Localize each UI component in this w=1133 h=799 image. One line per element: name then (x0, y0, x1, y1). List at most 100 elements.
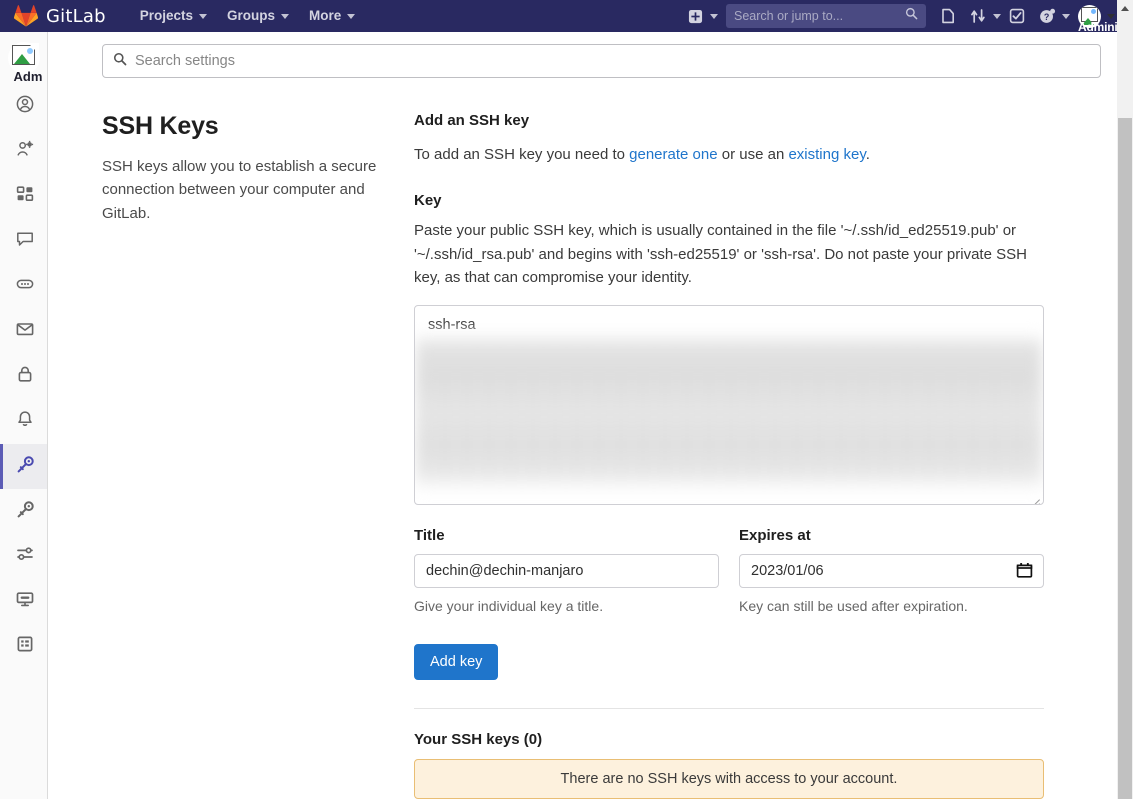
no-ssh-keys-alert: There are no SSH keys with access to you… (414, 759, 1044, 799)
lock-icon (16, 365, 34, 388)
settings-search-placeholder: Search settings (135, 53, 235, 69)
envelope-icon (16, 320, 34, 343)
expires-date-input[interactable] (739, 554, 1044, 588)
page-scrollbar[interactable] (1117, 0, 1133, 799)
settings-columns: SSH Keys SSH keys allow you to establish… (48, 78, 1117, 799)
token-pill-icon (16, 275, 34, 298)
settings-sidebar: Adm (0, 32, 48, 799)
title-field-group: Title Give your individual key a title. (414, 527, 719, 614)
title-field-label: Title (414, 527, 445, 544)
add-ssh-key-heading: Add an SSH key (414, 112, 530, 129)
navbar-right-group: Search or jump to... ? Administra (681, 0, 1133, 34)
intro-text-middle: or use an (717, 146, 789, 163)
sidebar-item-gpg-keys[interactable] (0, 489, 47, 534)
expires-field-label: Expires at (739, 527, 811, 544)
sidebar-item-password[interactable] (0, 354, 47, 399)
chevron-down-icon (993, 13, 1001, 19)
nav-item-projects-label: Projects (139, 8, 193, 23)
sidebar-item-emails[interactable] (0, 309, 47, 354)
sidebar-item-chat[interactable] (0, 219, 47, 264)
generate-one-link[interactable]: generate one (629, 146, 717, 163)
chevron-down-icon (198, 13, 207, 19)
create-new-dropdown[interactable] (681, 2, 718, 30)
ssh-key-form-column: Add an SSH key To add an SSH key you nee… (414, 112, 1044, 799)
user-menu-dropdown[interactable]: Administra (1078, 4, 1133, 34)
gitlab-logo-icon[interactable] (13, 4, 39, 28)
your-ssh-keys-heading: Your SSH keys (0) (414, 731, 543, 748)
sidebar-item-applications[interactable] (0, 174, 47, 219)
help-question-icon: ? (1033, 2, 1061, 30)
search-icon (905, 7, 918, 25)
add-ssh-key-intro: To add an SSH key you need to generate o… (414, 143, 1044, 166)
ssh-key-redacted-overlay (416, 332, 1042, 492)
applications-grid-icon (16, 185, 34, 208)
merge-requests-dropdown[interactable] (964, 2, 1001, 30)
key-field-help: Paste your public SSH key, which is usua… (414, 222, 1027, 286)
top-navbar: GitLab Projects Groups More Search or ju… (0, 0, 1133, 34)
sidebar-item-ssh-keys[interactable] (0, 444, 47, 489)
chevron-down-icon (347, 13, 356, 19)
bell-icon (16, 410, 34, 433)
chevron-down-icon (1107, 13, 1115, 19)
chevron-down-icon (281, 13, 289, 19)
sidebar-avatar[interactable]: Adm (0, 32, 47, 84)
sidebar-item-authentication-log[interactable] (0, 624, 47, 669)
intro-text-after: . (865, 146, 870, 163)
settings-search-input[interactable]: Search settings (102, 44, 1101, 78)
nav-item-groups[interactable]: Groups (217, 0, 299, 32)
sidebar-item-account[interactable] (0, 129, 47, 174)
todo-check-icon[interactable] (1003, 2, 1031, 30)
plus-square-icon (681, 2, 709, 30)
monitor-icon (16, 590, 34, 613)
help-dropdown[interactable]: ? (1033, 2, 1070, 30)
sidebar-item-active-sessions[interactable] (0, 579, 47, 624)
broken-image-avatar-icon: Adm (7, 42, 42, 84)
chevron-down-icon (710, 13, 718, 19)
global-search-input[interactable]: Search or jump to... (726, 4, 926, 28)
title-input[interactable] (414, 554, 719, 588)
nav-item-projects[interactable]: Projects (130, 0, 217, 32)
expires-input-wrapper (739, 554, 1044, 588)
scrollbar-thumb[interactable] (1118, 118, 1132, 799)
title-field-hint: Give your individual key a title. (414, 598, 604, 614)
nav-item-more[interactable]: More (299, 0, 365, 32)
sidebar-avatar-label: Adm (13, 69, 43, 84)
page-description: SSH keys allow you to establish a secure… (102, 158, 377, 222)
merge-request-icon (964, 2, 992, 30)
global-search-placeholder: Search or jump to... (734, 9, 844, 23)
textarea-resize-handle[interactable] (1029, 490, 1041, 504)
page-title: SSH Keys (102, 112, 219, 140)
sliders-icon (16, 545, 34, 568)
intro-text-before: To add an SSH key you need to (414, 146, 630, 163)
scrollbar-up-arrow-icon[interactable] (1117, 0, 1133, 16)
chevron-down-icon (1062, 13, 1070, 19)
ssh-key-textarea-value: ssh-rsa (428, 317, 476, 333)
main-content: Search settings SSH Keys SSH keys allow … (48, 32, 1117, 799)
chat-bubble-icon (16, 230, 34, 253)
settings-description-column: SSH Keys SSH keys allow you to establish… (102, 112, 414, 799)
ssh-key-icon (16, 455, 35, 479)
user-circle-icon (16, 95, 34, 118)
ssh-key-textarea[interactable]: ssh-rsa (414, 305, 1044, 505)
gpg-key-icon (16, 500, 35, 524)
sidebar-item-access-tokens[interactable] (0, 264, 47, 309)
sidebar-item-preferences[interactable] (0, 534, 47, 579)
gitlab-brand-text[interactable]: GitLab (46, 6, 106, 27)
log-list-icon (16, 635, 34, 658)
svg-text:?: ? (1043, 11, 1048, 21)
existing-key-link[interactable]: existing key (788, 146, 865, 163)
expires-field-hint: Key can still be used after expiration. (739, 598, 968, 614)
expires-field-group: Expires at Key can still be use (739, 527, 1044, 614)
title-and-expiry-row: Title Give your individual key a title. … (414, 527, 1044, 614)
sidebar-item-notifications[interactable] (0, 399, 47, 444)
search-icon (113, 52, 127, 71)
add-key-button[interactable]: Add key (414, 644, 499, 680)
issues-icon[interactable] (934, 2, 962, 30)
key-field-label: Key (414, 192, 442, 210)
nav-item-groups-label: Groups (226, 8, 275, 23)
navbar-left-group: GitLab Projects Groups More (0, 0, 365, 32)
section-divider (414, 708, 1044, 709)
account-gear-icon (16, 140, 34, 163)
sidebar-item-profile[interactable] (0, 84, 47, 129)
nav-item-more-label: More (309, 8, 342, 23)
